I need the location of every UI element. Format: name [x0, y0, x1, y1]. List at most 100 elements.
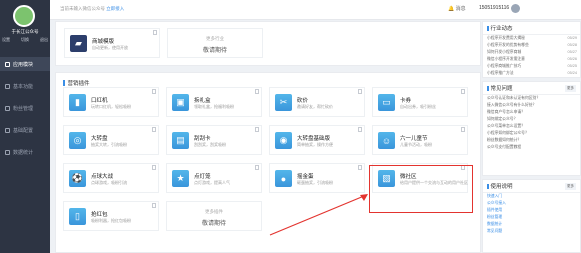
- settings-button[interactable]: 设置: [2, 37, 10, 43]
- sidebar-item-config[interactable]: 基础配置: [0, 123, 50, 137]
- exit-button[interactable]: 退出: [40, 37, 48, 43]
- right-panel: 行业动态 小程序开发费用大揭秘 05/29 小程序开发的优势有哪些 05/28 如何开发…: [482, 21, 581, 253]
- plugin-title: 大转盘: [91, 136, 108, 142]
- red-packet-icon: ▯: [69, 208, 86, 225]
- list-item[interactable]: 粉丝管理: [483, 214, 580, 221]
- card-mall-template[interactable]: ▰ 商城模版 自动更新，使用开放: [64, 28, 160, 58]
- list-item[interactable]: 微信商户号怎么申请？: [483, 109, 580, 116]
- plugin-card[interactable]: ✂ 砍价 邀请好友，帮忙砍价: [269, 87, 365, 117]
- plugin-desc: 自动出券，吸引粉丝: [400, 104, 436, 109]
- list-item[interactable]: 常见问题: [483, 228, 580, 235]
- plugin-title: 拆礼盒: [194, 98, 211, 104]
- connect-link[interactable]: 立即接入: [106, 6, 124, 11]
- brand-name: 于长江公众号: [11, 29, 39, 34]
- list-item[interactable]: 如何开发小程序商城 05/27: [483, 49, 580, 56]
- list-item[interactable]: 小程序如何绑定公众号？: [483, 130, 580, 137]
- plugin-card[interactable]: ▭ 卡券 自动出券，吸引粉丝: [372, 87, 468, 117]
- list-item[interactable]: 公众号支付配置教程: [483, 144, 580, 151]
- bookmark-icon: [152, 127, 156, 132]
- sidebar-actions: 设置 切换 退出: [2, 37, 48, 43]
- sidebar-item-basic[interactable]: 基本功能: [0, 79, 50, 93]
- account-phone[interactable]: 15051915116: [479, 5, 509, 11]
- plugin-card[interactable]: ⚽ 点球大战 点球游戏，吸粉引流: [63, 163, 159, 193]
- bookmark-icon: [461, 89, 465, 94]
- plugin-desc: 砸蛋抽奖，引流吸粉: [297, 180, 333, 185]
- top-bar: 当前未输入微信公众号 立即接入 🔔 消息 15051915116: [50, 0, 581, 20]
- guide-more-button[interactable]: 更多: [565, 183, 576, 190]
- plugin-card[interactable]: ▯ 抢红包 吸粉利器，抢红包吸粉: [63, 201, 159, 231]
- gear-icon: [5, 127, 10, 133]
- sidebar: 于长江公众号 设置 切换 退出 应用模块 基本功能 粉丝管理 基础配置 数据统计: [0, 0, 50, 253]
- plugin-title: 大转盘基础版: [297, 136, 331, 142]
- list-item[interactable]: 粉丝数据如何统计？: [483, 137, 580, 144]
- list-item[interactable]: 小程序商城推广技巧 05/25: [483, 63, 580, 70]
- avatar[interactable]: [511, 4, 520, 13]
- kids-day-icon: ☺: [378, 132, 395, 149]
- user-icon: [5, 105, 10, 111]
- list-item[interactable]: 插件使用: [483, 207, 580, 214]
- plugin-title: 刮刮卡: [194, 136, 211, 142]
- bookmark-icon: [358, 89, 362, 94]
- bookmark-icon: [152, 203, 156, 208]
- plugin-title: 点球大战: [91, 174, 114, 180]
- egg-icon: ●: [275, 170, 292, 187]
- sidebar-item-stats[interactable]: 数据统计: [0, 145, 50, 159]
- plugin-card[interactable]: ◎ 大转盘 抽奖大转，引流吸粉: [63, 125, 159, 155]
- sidebar-item-modules[interactable]: 应用模块: [0, 57, 50, 71]
- list-item[interactable]: 快速入门: [483, 193, 580, 200]
- faq-more-button[interactable]: 更多: [565, 85, 576, 92]
- plugin-desc: 刮刮奖，刮奖吸粉: [194, 142, 226, 147]
- notification-button[interactable]: 🔔 消息: [448, 5, 466, 12]
- plugin-desc: 抽奖大转，引流吸粉: [91, 142, 127, 147]
- plugin-card[interactable]: ◉ 大转盘基础版 简单抽奖，操作方便: [269, 125, 365, 155]
- list-item[interactable]: 公众号接入: [483, 200, 580, 207]
- brand-logo: [13, 5, 35, 27]
- book-icon: ▰: [70, 35, 87, 52]
- list-item[interactable]: 接入微信公众号有什么好处？: [483, 102, 580, 109]
- highlight-box: [369, 165, 473, 213]
- switch-button[interactable]: 切换: [21, 37, 29, 43]
- plugin-card[interactable]: ★ 点灯笼 点灯游戏，提高人气: [166, 163, 262, 193]
- plugin-card[interactable]: ▤ 刮刮卡 刮刮奖，刮奖吸粉: [166, 125, 262, 155]
- plugin-desc: 玩转口红机，轻松吸粉: [91, 104, 131, 109]
- bookmark-icon: [461, 127, 465, 132]
- list-item[interactable]: 公众号菜单怎么设置？: [483, 123, 580, 130]
- more-plugins: 更多插件 敬请期待: [166, 201, 262, 231]
- news-panel: 行业动态 小程序开发费用大揭秘 05/29 小程序开发的优势有哪些 05/28 如何开发…: [482, 21, 581, 78]
- grid-icon: [5, 61, 10, 67]
- list-item[interactable]: 小程序推广方法 05/24: [483, 70, 580, 77]
- gift-icon: ▣: [172, 94, 189, 111]
- list-item[interactable]: 公众号认证和未认证有何区别？: [483, 95, 580, 102]
- plugin-card[interactable]: ▣ 拆礼盒 领取礼盒，抢福利吸粉: [166, 87, 262, 117]
- doc-icon: [5, 83, 10, 89]
- plugin-title: 砍价: [297, 98, 309, 104]
- plugin-title: 摇金蛋: [297, 174, 314, 180]
- plugin-title: 点灯笼: [194, 174, 211, 180]
- bookmark-icon: [153, 30, 157, 35]
- plugin-title: 六一儿童节: [400, 136, 428, 142]
- bargain-icon: ✂: [275, 94, 292, 111]
- plugin-card[interactable]: ☺ 六一儿童节 儿童节活动，吸粉: [372, 125, 468, 155]
- plugin-desc: 点灯游戏，提高人气: [194, 180, 230, 185]
- section-title: 营销插件: [63, 79, 90, 87]
- coupon-icon: ▭: [378, 94, 395, 111]
- list-item[interactable]: 如何绑定公众号？: [483, 116, 580, 123]
- list-item[interactable]: 微信小程序开发需注意 05/26: [483, 56, 580, 63]
- scratch-card-icon: ▤: [172, 132, 189, 149]
- bookmark-icon: [255, 127, 259, 132]
- plugin-card[interactable]: ● 摇金蛋 砸蛋抽奖，引流吸粉: [269, 163, 365, 193]
- bookmark-icon: [358, 165, 362, 170]
- wheel-basic-icon: ◉: [275, 132, 292, 149]
- bookmark-icon: [152, 165, 156, 170]
- sidebar-item-fans[interactable]: 粉丝管理: [0, 101, 50, 115]
- plugin-card[interactable]: ▮ 口红机 玩转口红机，轻松吸粉: [63, 87, 159, 117]
- wheel-icon: ◎: [69, 132, 86, 149]
- plugin-desc: 点球游戏，吸粉引流: [91, 180, 127, 185]
- list-item[interactable]: 小程序开发费用大揭秘 05/29: [483, 35, 580, 42]
- plugin-desc: 邀请好友，帮忙砍价: [297, 104, 333, 109]
- chart-icon: [5, 149, 10, 155]
- list-item[interactable]: 小程序开发的优势有哪些 05/28: [483, 42, 580, 49]
- industry-panel: ▰ 商城模版 自动更新，使用开放 更多行业 敬请期待: [55, 21, 481, 66]
- list-item[interactable]: 数据统计: [483, 221, 580, 228]
- bookmark-icon: [358, 127, 362, 132]
